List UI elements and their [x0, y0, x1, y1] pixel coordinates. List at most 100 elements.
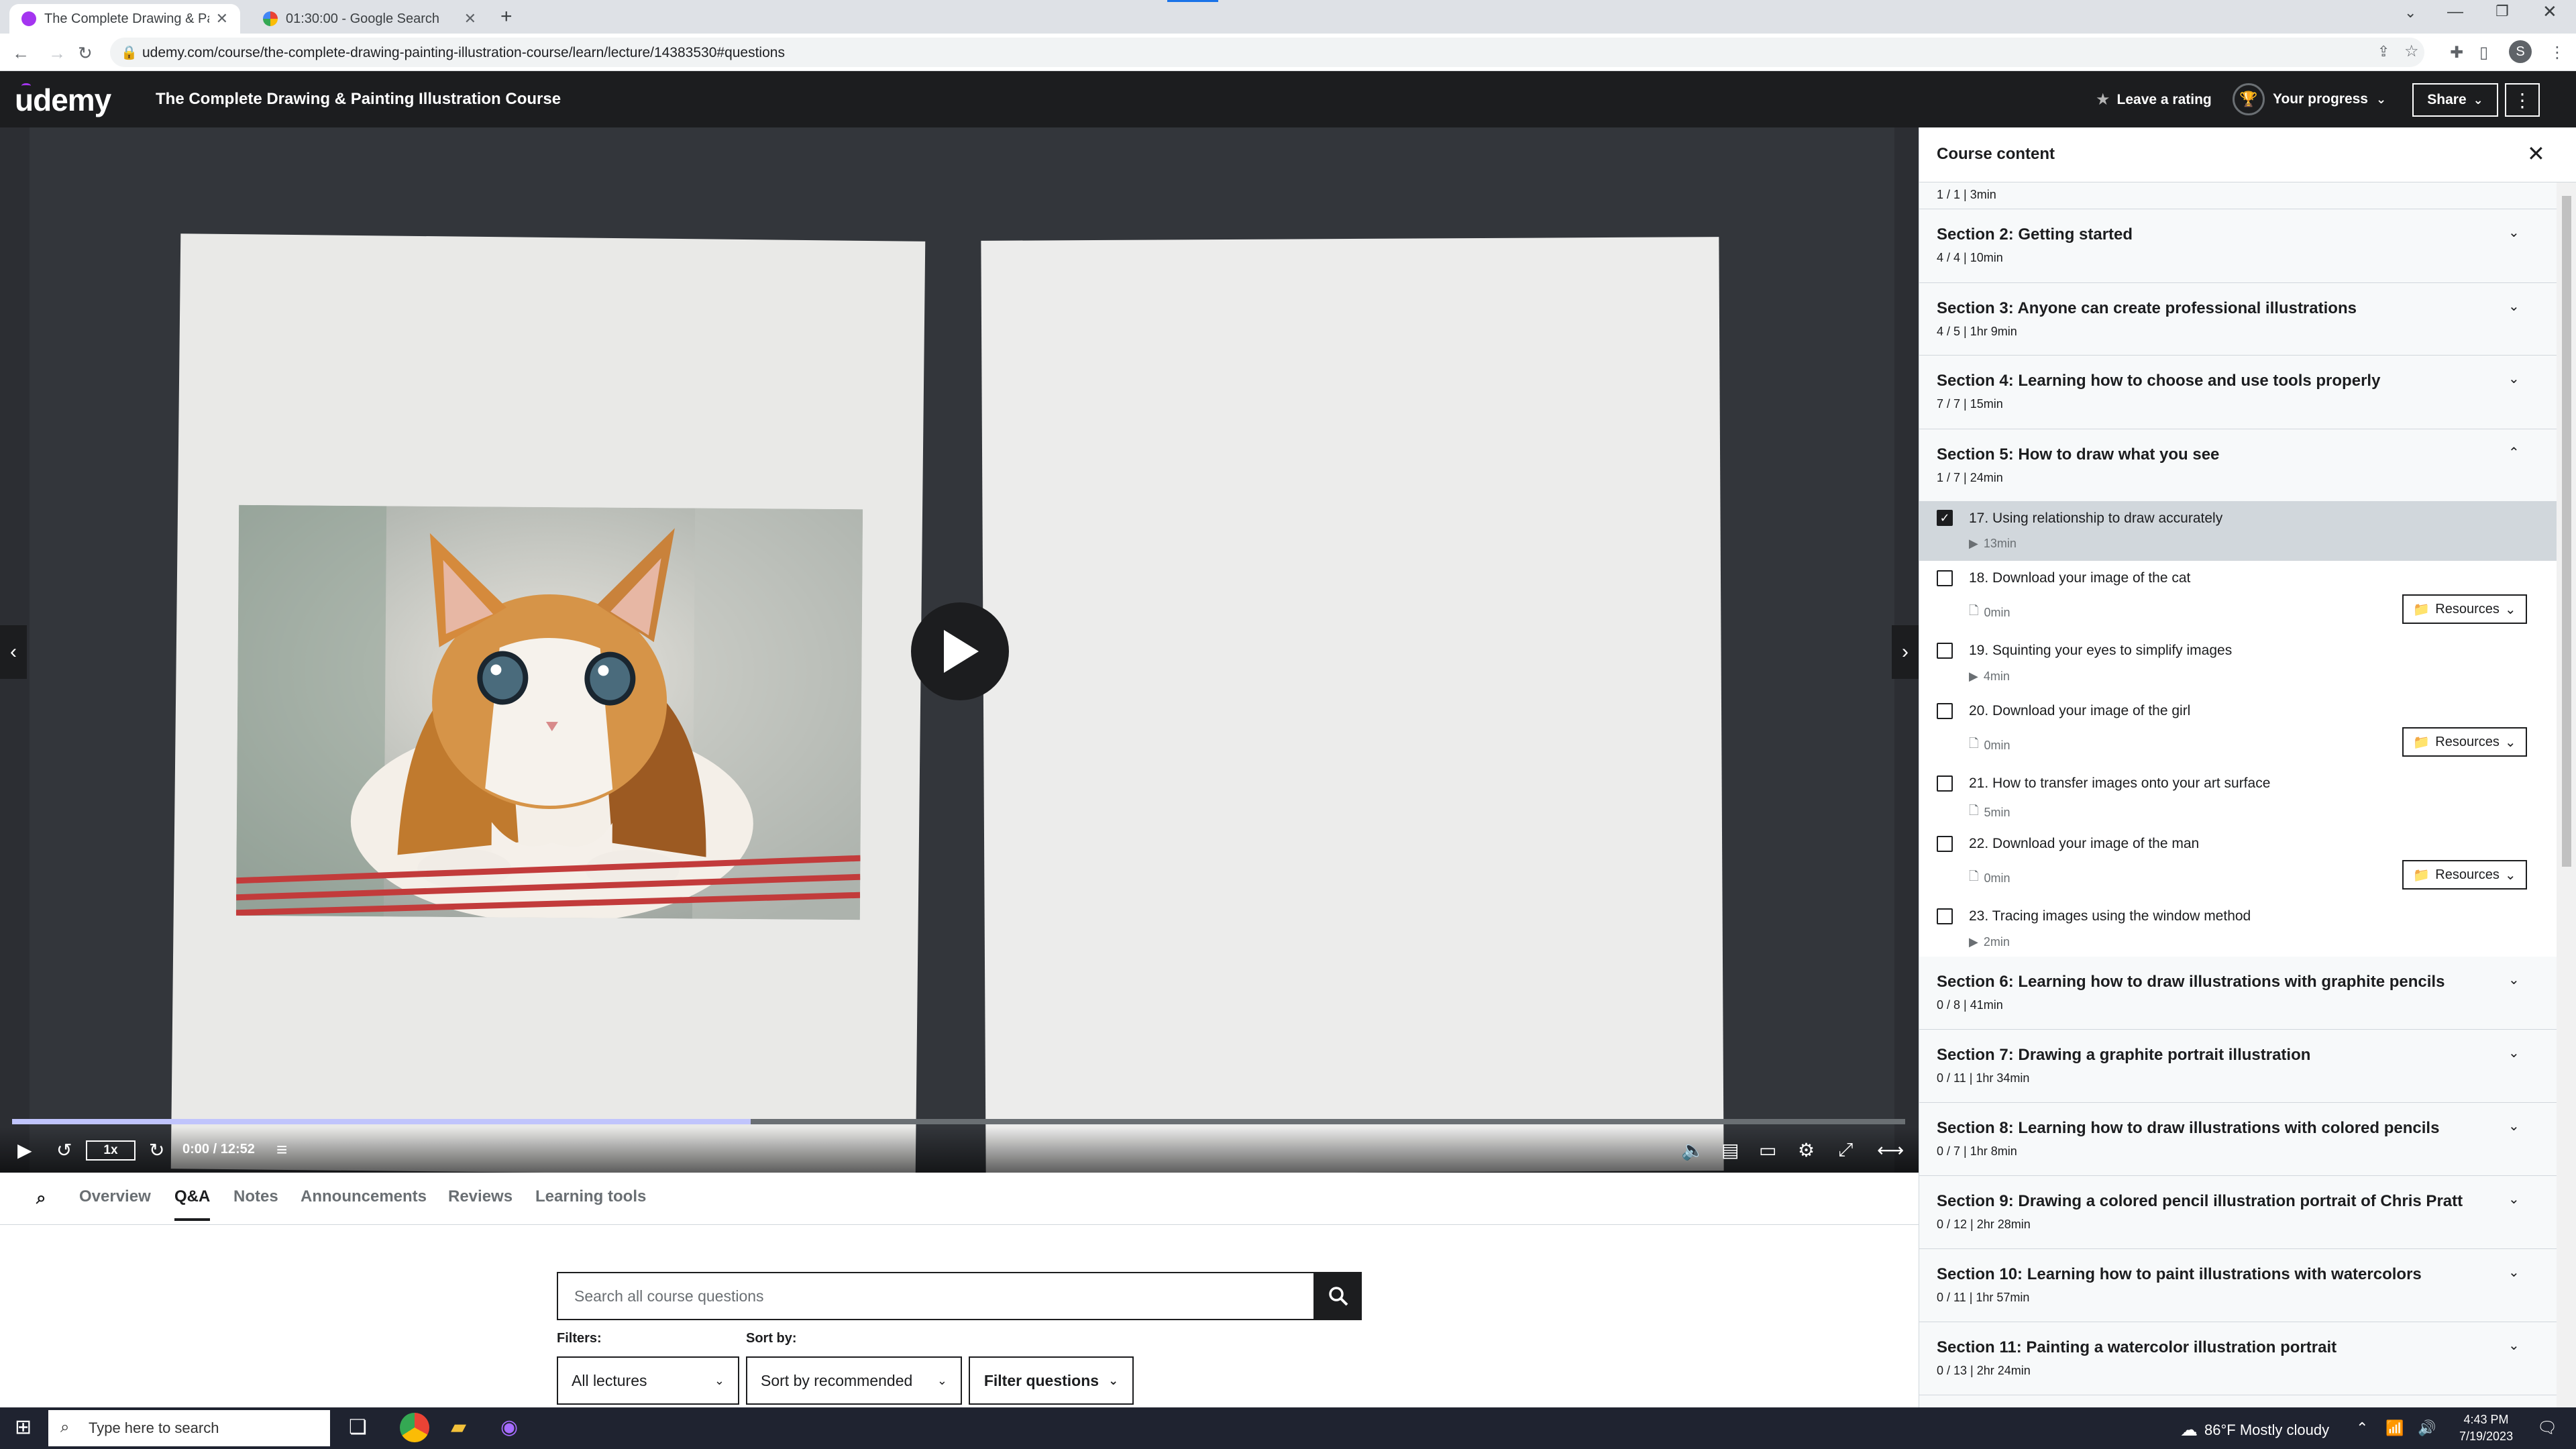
transcript-icon[interactable]: ▤ [1721, 1139, 1739, 1161]
profile-avatar[interactable]: S [2509, 40, 2532, 63]
lecture-item[interactable]: 21. How to transfer images onto your art… [1919, 766, 2557, 826]
restore-icon[interactable]: ❐ [2496, 3, 2509, 20]
your-progress-button[interactable]: 🏆 Your progress ⌄ [2233, 83, 2386, 115]
section-open[interactable]: Section 5: How to draw what you see 1 / … [1919, 429, 2557, 502]
expand-icon[interactable]: ⟷ [1877, 1139, 1904, 1161]
windows-start-icon[interactable]: ⊞ [15, 1415, 32, 1439]
new-tab-icon[interactable]: + [500, 5, 513, 28]
search-icon[interactable]: ⌕ [36, 1187, 46, 1221]
close-icon[interactable]: ✕ [216, 10, 228, 28]
tab-learning-tools[interactable]: Learning tools [535, 1187, 646, 1218]
share-page-icon[interactable]: ⇪ [2377, 43, 2390, 60]
qa-search-button[interactable] [1315, 1272, 1362, 1320]
resources-button[interactable]: 📁 Resources ⌄ [2402, 594, 2527, 624]
lecture-item[interactable]: 19. Squinting your eyes to simplify imag… [1919, 633, 2557, 694]
section-item[interactable]: Section 9: Drawing a colored pencil illu… [1919, 1176, 2557, 1249]
lecture-item[interactable]: ✓ 17. Using relationship to draw accurat… [1919, 502, 2557, 561]
close-icon[interactable]: ✕ [464, 10, 476, 28]
url-field[interactable]: 🔒 udemy.com/course/the-complete-drawing-… [110, 38, 2424, 67]
forward-5-icon[interactable]: ↻ [149, 1139, 164, 1161]
taskbar-clock[interactable]: 4:43 PM 7/19/2023 [2459, 1411, 2513, 1445]
resources-button[interactable]: 📁 Resources ⌄ [2402, 860, 2527, 890]
bookmark-star-icon[interactable]: ☆ [2404, 42, 2419, 61]
leave-rating-button[interactable]: ★ Leave a rating [2096, 90, 2212, 109]
play-icon[interactable]: ▶ [17, 1139, 32, 1161]
tab-qa[interactable]: Q&A [174, 1187, 211, 1221]
lecture-filter-select[interactable]: All lectures ⌄ [557, 1356, 739, 1405]
back-icon[interactable]: ← [12, 43, 30, 64]
weather-widget[interactable]: ☁ 86°F Mostly cloudy [2180, 1419, 2329, 1440]
close-icon[interactable]: ✕ [2527, 141, 2545, 166]
tab-announcements[interactable]: Announcements [301, 1187, 427, 1218]
section-item[interactable]: Section 6: Learning how to draw illustra… [1919, 957, 2557, 1030]
lecture-item[interactable]: 22. Download your image of the man 🗋 0min… [1919, 826, 2557, 899]
previous-lecture-button[interactable]: ‹ [0, 625, 27, 679]
taskbar-search[interactable]: ⌕ Type here to search [48, 1410, 330, 1446]
chevron-down-icon: ⌄ [1108, 1373, 1119, 1387]
lecture-checkbox[interactable] [1937, 775, 1953, 792]
section-item[interactable]: Section 4: Learning how to choose and us… [1919, 356, 2557, 429]
forward-icon[interactable]: → [48, 43, 66, 64]
share-button[interactable]: Share ⌄ [2412, 83, 2498, 117]
network-icon[interactable]: 📶 [2385, 1419, 2404, 1437]
section-item[interactable]: Section 11: Painting a watercolor illust… [1919, 1322, 2557, 1395]
section-item[interactable]: Section 10: Learning how to paint illust… [1919, 1249, 2557, 1322]
speaker-icon[interactable]: 🔊 [2418, 1419, 2436, 1437]
rewind-5-icon[interactable]: ↺ [56, 1139, 72, 1161]
section-item[interactable]: Section 2: Getting started 4 / 4 | 10min… [1919, 209, 2557, 283]
lecture-checkbox[interactable] [1937, 703, 1953, 719]
section-item[interactable]: Section 7: Drawing a graphite portrait i… [1919, 1030, 2557, 1103]
sidepanel-icon[interactable]: ▯ [2479, 43, 2488, 62]
lecture-item[interactable]: 23. Tracing images using the window meth… [1919, 899, 2557, 957]
add-note-icon[interactable]: ≡ [276, 1139, 287, 1161]
lecture-item[interactable]: 20. Download your image of the girl 🗋 0mi… [1919, 694, 2557, 766]
app-taskbar-icon[interactable]: ◉ [500, 1415, 518, 1439]
chevron-down-icon: ⌄ [2508, 973, 2520, 987]
section-item[interactable]: Section 3: Anyone can create professiona… [1919, 283, 2557, 356]
browser-tab-google[interactable]: 01:30:00 - Google Search ✕ [251, 4, 488, 34]
extensions-icon[interactable]: ✚ [2450, 43, 2463, 62]
video-icon: ▶ [1969, 935, 1978, 949]
lecture-checkbox[interactable] [1937, 643, 1953, 659]
course-title[interactable]: The Complete Drawing & Painting Illustra… [156, 90, 561, 109]
tray-chevron-icon[interactable]: ⌃ [2356, 1419, 2368, 1437]
lecture-checkbox[interactable] [1937, 836, 1953, 852]
tab-overview[interactable]: Overview [79, 1187, 151, 1218]
sidebar-scrollbar[interactable] [2557, 182, 2576, 1407]
notifications-icon[interactable]: 🗨 [2537, 1418, 2557, 1438]
settings-gear-icon[interactable]: ⚙ [1798, 1139, 1815, 1161]
lecture-checkbox[interactable]: ✓ [1937, 510, 1953, 526]
task-view-icon[interactable]: ❏ [349, 1415, 367, 1439]
browser-tab-udemy[interactable]: The Complete Drawing & Paintin ✕ [9, 4, 240, 34]
browser-tab-bar: The Complete Drawing & Paintin ✕ 01:30:0… [0, 0, 2576, 34]
fullscreen-icon[interactable]: ⤢ [1838, 1139, 1853, 1161]
minimize-icon[interactable]: — [2447, 3, 2463, 21]
qa-search-input[interactable] [557, 1272, 1315, 1320]
lecture-item[interactable]: 18. Download your image of the cat 🗋 0min… [1919, 561, 2557, 633]
filter-questions-button[interactable]: Filter questions ⌄ [969, 1356, 1134, 1405]
lecture-checkbox[interactable] [1937, 908, 1953, 924]
tab-reviews[interactable]: Reviews [448, 1187, 513, 1218]
sidebar-scroll-area[interactable]: 1 / 1 | 3min Section 2: Getting started … [1919, 182, 2557, 1407]
video-player[interactable]: ‹ › ▶ ↺ 1x ↻ 0:00 / 12:52 ≡ 🔈 ▤ ▭ ⚙ ⤢ ⟷ [0, 127, 1919, 1173]
play-overlay-button[interactable] [911, 602, 1009, 700]
window-close-icon[interactable]: ✕ [2542, 1, 2557, 22]
video-progress-bar[interactable] [12, 1119, 1905, 1124]
tab-search-icon[interactable]: ⌄ [2404, 4, 2416, 21]
captions-icon[interactable]: ▭ [1759, 1139, 1776, 1161]
chrome-taskbar-icon[interactable] [400, 1413, 429, 1442]
chrome-menu-icon[interactable]: ⋮ [2549, 43, 2565, 62]
sort-select[interactable]: Sort by recommended ⌄ [746, 1356, 962, 1405]
more-options-icon[interactable]: ⋮ [2505, 83, 2540, 117]
section-item[interactable]: Section 8: Learning how to draw illustra… [1919, 1103, 2557, 1176]
next-lecture-button[interactable]: › [1892, 625, 1919, 679]
scrollbar-thumb[interactable] [2562, 196, 2571, 867]
lecture-checkbox[interactable] [1937, 570, 1953, 586]
reload-icon[interactable]: ↻ [78, 43, 93, 64]
file-explorer-icon[interactable]: ▰ [451, 1415, 466, 1439]
tab-notes[interactable]: Notes [233, 1187, 278, 1218]
resources-button[interactable]: 📁 Resources ⌄ [2402, 727, 2527, 757]
volume-icon[interactable]: 🔈 [1681, 1139, 1705, 1161]
playback-speed-button[interactable]: 1x [86, 1140, 136, 1161]
lecture-title: 21. How to transfer images onto your art… [1969, 775, 2271, 791]
